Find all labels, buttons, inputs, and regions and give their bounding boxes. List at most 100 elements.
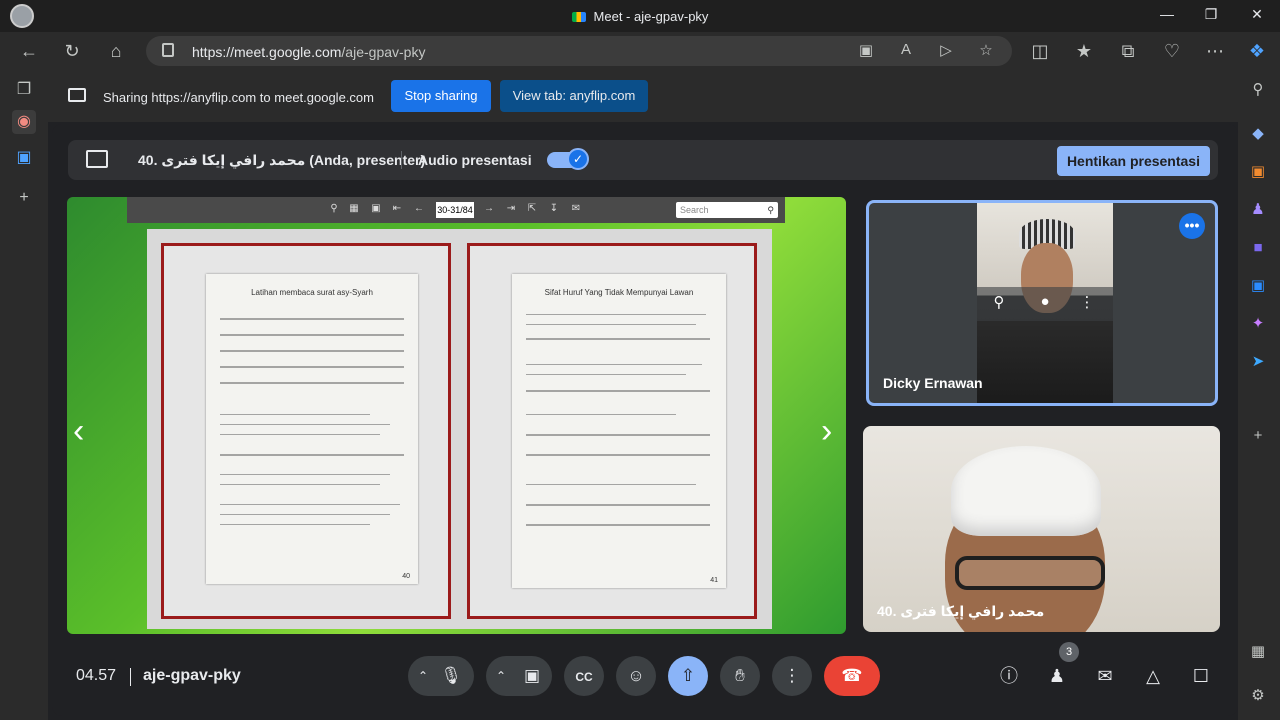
shared-screen: ⚲ ▦ ▣ ⇤ ← 30-31/84 → ⇥ ⇱ ↧ ✉ Search ⚲ Lat… [67,197,846,634]
tile-more-icon[interactable]: ⋮ [1077,293,1097,311]
last-page-icon[interactable]: ⇥ [504,203,518,214]
browser-toolbar: ← ↻ ⌂ https://meet.google.com/aje-gpav-p… [0,32,1280,70]
stop-sharing-button[interactable]: Stop sharing [391,80,491,112]
flip-next-icon[interactable]: › [821,412,832,451]
captions-button[interactable]: CC [564,656,604,696]
presenter-name: 40. محمد رافي إيكا فترى (Anda, presenter… [138,152,426,168]
email-icon[interactable]: ✉ [569,203,583,214]
reload-icon[interactable]: ↻ [61,41,83,61]
chat-icon[interactable]: ✉ [1093,664,1117,688]
present-screen-icon [86,150,108,168]
thumbnails-icon[interactable]: ▦ [347,203,361,214]
participant-video: ⚲ ● ⋮ [977,203,1113,403]
flipbook-search-input[interactable]: Search ⚲ [676,202,778,218]
shopping-tag-icon[interactable]: ◆ [1246,122,1270,146]
tile-hover-controls: ⚲ ● ⋮ [977,287,1113,321]
meeting-info-icon[interactable]: ⓘ [997,664,1021,688]
divider [401,151,402,169]
zoom-icon[interactable]: ⚲ [327,203,341,214]
sharing-text: Sharing https://anyflip.com to meet.goog… [103,90,374,105]
camera-permission-icon[interactable]: ▣ [856,41,876,59]
url-text[interactable]: https://meet.google.com/aje-gpav-pky [192,44,425,60]
camera-button[interactable]: ⌃ ▣ [486,656,552,696]
pin-icon[interactable]: ⚲ [989,293,1009,311]
hand-icon: ✋︎ [735,666,745,685]
first-page-icon[interactable]: ⇤ [390,203,404,214]
participant-tile[interactable]: ⚲ ● ⋮ ••• Dicky Ernawan [866,200,1218,406]
add-sidebar-icon[interactable]: + [1246,424,1270,448]
more-options-icon[interactable]: ••• [1179,213,1205,239]
tab-sharing-bar: Sharing https://anyflip.com to meet.goog… [48,70,1238,122]
meeting-controls-bar: 04.57 aje-gpav-pky ⌃ 🎙︎ ⌃ ▣ CC ☺ ⇧ ✋︎ ⋮ ☎ … [52,642,1238,716]
collections-icon[interactable]: ⧉ [1117,41,1139,61]
window-title: Meet - aje-gpav-pky [0,9,1280,24]
screen-share-icon [68,88,86,102]
reactions-button[interactable]: ☺ [616,656,656,696]
download-icon[interactable]: ↧ [547,203,561,214]
favorites-icon[interactable]: ★ [1073,41,1095,61]
favorite-star-icon[interactable]: ☆ [976,41,996,59]
copilot-icon[interactable]: ❖ [1246,41,1268,61]
copilot-app-icon[interactable]: ■ [1246,236,1270,260]
sidebar-settings-icon[interactable]: ⚙ [1246,684,1270,708]
lock-icon [162,43,174,57]
split-screen-icon[interactable]: ◫ [1029,41,1051,61]
participant-tile[interactable]: 40. محمد رافي إيكا فترى [863,426,1220,632]
page-indicator[interactable]: 30-31/84 [436,202,474,218]
microphone-icon: 🎙︎ [440,666,462,685]
leave-call-button[interactable]: ☎ [824,656,880,696]
tools-briefcase-icon[interactable]: ▣ [1246,160,1270,184]
participant-count-badge: 3 [1059,642,1079,662]
present-button[interactable]: ⇧ [668,656,708,696]
activities-icon[interactable]: △ [1141,664,1165,688]
left-book-page[interactable]: Latihan membaca surat asy-Syarh 40 [161,243,451,619]
share-icon[interactable]: ⇱ [525,203,539,214]
minimize-icon[interactable]: — [1157,6,1177,22]
outlook-icon[interactable]: ▣ [1246,274,1270,298]
more-actions-button[interactable]: ⋮ [772,656,812,696]
recording-tab-icon[interactable]: ◉ [12,110,36,134]
audio-toggle[interactable]: ✓ [547,148,589,170]
raise-hand-button[interactable]: ✋︎ [720,656,760,696]
audio-label: Audio presentasi [418,152,532,168]
participant-name: 40. محمد رافي إيكا فترى [877,603,1045,619]
back-icon[interactable]: ← [18,41,40,61]
send-icon[interactable]: ➤ [1246,350,1270,374]
divider [130,668,131,686]
left-sidebar: ❐ ◉ ▣ + [0,70,48,720]
browser-essentials-icon[interactable]: ♡ [1161,41,1183,61]
close-window-icon[interactable]: ✕ [1247,6,1267,23]
right-book-page[interactable]: Sifat Huruf Yang Tidak Mempunyai Lawan 4… [467,243,757,619]
read-aloud-icon[interactable]: A [896,41,916,58]
hang-up-icon: ☎ [841,666,863,685]
view-tab-button[interactable]: View tab: anyflip.com [500,80,648,112]
window-titlebar: Meet - aje-gpav-pky — ❐ ✕ [0,0,1280,32]
meet-tab-icon[interactable]: ▣ [12,146,36,170]
people-icon[interactable]: ♟ [1045,664,1069,688]
chevron-up-icon[interactable]: ⌃ [496,656,506,696]
captions-icon: CC [575,670,593,684]
more-menu-icon[interactable]: ⋯ [1204,41,1226,61]
tab-actions-icon[interactable]: ❐ [12,78,36,102]
mic-icon[interactable]: ● [1035,293,1055,310]
prev-page-icon[interactable]: ← [412,203,426,214]
screenshot-icon[interactable]: ▦ [1246,640,1270,664]
new-tab-icon[interactable]: + [12,186,36,210]
host-controls-icon[interactable]: ☐ [1189,664,1213,688]
games-icon[interactable]: ♟ [1246,198,1270,222]
restore-icon[interactable]: ❐ [1201,6,1221,23]
home-icon[interactable]: ⌂ [105,41,127,61]
designer-icon[interactable]: ✦ [1246,312,1270,336]
emoji-icon: ☺ [627,666,645,685]
stop-presenting-button[interactable]: Hentikan presentasi [1056,146,1210,176]
microphone-button[interactable]: ⌃ 🎙︎ [408,656,474,696]
flip-prev-icon[interactable]: ‹ [73,412,84,451]
check-icon: ✓ [567,148,589,170]
chevron-up-icon[interactable]: ⌃ [418,656,428,696]
media-icon[interactable]: ▷ [936,41,956,59]
search-icon[interactable]: ⚲ [1246,78,1270,102]
presenter-bar: 40. محمد رافي إيكا فترى (Anda, presenter… [68,140,1218,180]
address-bar[interactable]: https://meet.google.com/aje-gpav-pky ▣ A… [146,36,1012,66]
next-page-icon[interactable]: → [482,203,496,214]
fullscreen-icon[interactable]: ▣ [369,203,383,214]
